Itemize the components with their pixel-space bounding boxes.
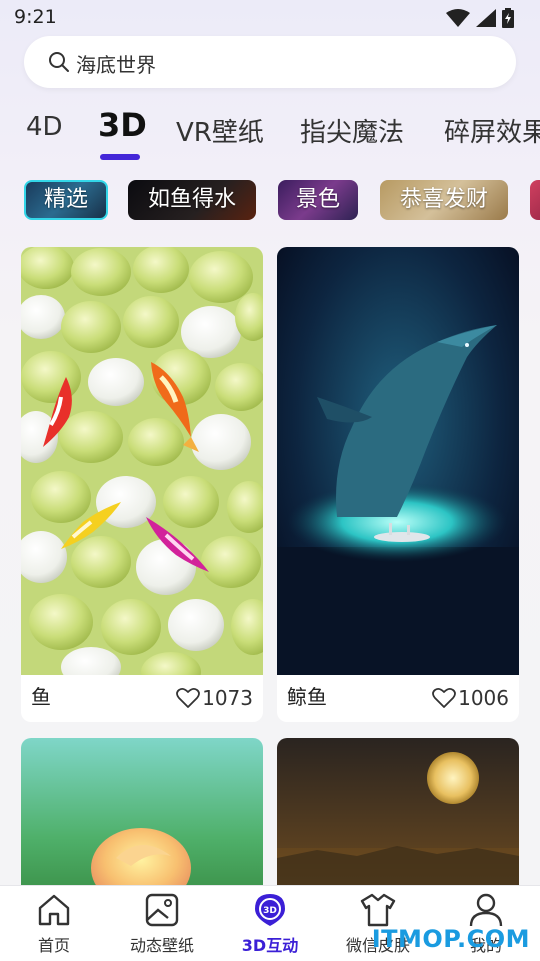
like-count-text: 1073 xyxy=(202,686,253,710)
search-icon xyxy=(49,52,69,72)
nav-label: 首页 xyxy=(37,936,70,955)
chip-scenery[interactable]: 景色 xyxy=(278,180,358,220)
nav-label: 动态壁纸 xyxy=(129,936,194,955)
wallpaper-card[interactable]: 鲸鱼 1006 xyxy=(277,247,519,722)
tab-4d[interactable]: 4D xyxy=(26,112,63,142)
status-time: 9:21 xyxy=(14,6,57,28)
chip-more[interactable] xyxy=(530,180,540,220)
chip-label: 如鱼得水 xyxy=(147,187,236,212)
signal-icon xyxy=(476,9,496,27)
active-tab-indicator xyxy=(100,154,140,160)
wifi-icon xyxy=(446,9,470,27)
heart-icon xyxy=(176,687,200,708)
battery-icon xyxy=(502,8,514,28)
chip-label: 精选 xyxy=(43,187,88,212)
chip-label: 恭喜发财 xyxy=(399,187,488,212)
like-count[interactable]: 1006 xyxy=(432,686,509,710)
subcategory-chips: 精选 如鱼得水 景色 恭喜发财 xyxy=(0,180,540,224)
search-bar[interactable]: 海底世界 xyxy=(24,36,516,88)
status-bar: 9:21 xyxy=(0,0,540,36)
card-title: 鱼 xyxy=(31,685,51,709)
profile-icon xyxy=(469,893,503,927)
nav-3d-interactive[interactable]: 3D 3D互动 xyxy=(216,886,324,961)
tab-vr-wallpaper[interactable]: VR壁纸 xyxy=(176,112,264,149)
nav-live-wallpaper[interactable]: 动态壁纸 xyxy=(108,886,216,961)
heart-icon xyxy=(432,687,456,708)
wallpaper-card[interactable]: 鱼 1073 xyxy=(21,247,263,722)
chip-like-fish-in-water[interactable]: 如鱼得水 xyxy=(128,180,256,220)
wallpaper-icon xyxy=(145,893,179,927)
home-icon xyxy=(38,894,70,926)
chip-prosperity[interactable]: 恭喜发财 xyxy=(380,180,508,220)
shirt-icon xyxy=(360,893,396,927)
category-tabs: 4D 3D VR壁纸 指尖魔法 碎屏效果 xyxy=(0,100,540,164)
tab-3d[interactable]: 3D xyxy=(98,106,147,144)
tab-broken-screen[interactable]: 碎屏效果 xyxy=(444,112,540,149)
like-count[interactable]: 1073 xyxy=(176,686,253,710)
nav-home[interactable]: 首页 xyxy=(0,886,108,961)
wallpaper-thumbnail-koi xyxy=(21,247,263,675)
status-icons xyxy=(446,8,514,28)
svg-text:3D: 3D xyxy=(263,906,277,916)
tab-fingertip-magic[interactable]: 指尖魔法 xyxy=(300,112,404,149)
wallpaper-thumbnail-whale xyxy=(277,247,519,675)
search-hint: 海底世界 xyxy=(76,53,156,77)
card-title: 鲸鱼 xyxy=(287,685,327,709)
site-watermark: ITMOP.COM xyxy=(371,925,530,953)
nav-label: 3D互动 xyxy=(241,936,299,955)
3d-icon: 3D xyxy=(255,894,285,926)
like-count-text: 1006 xyxy=(458,686,509,710)
chip-featured[interactable]: 精选 xyxy=(24,180,108,220)
chip-label: 景色 xyxy=(295,187,340,212)
